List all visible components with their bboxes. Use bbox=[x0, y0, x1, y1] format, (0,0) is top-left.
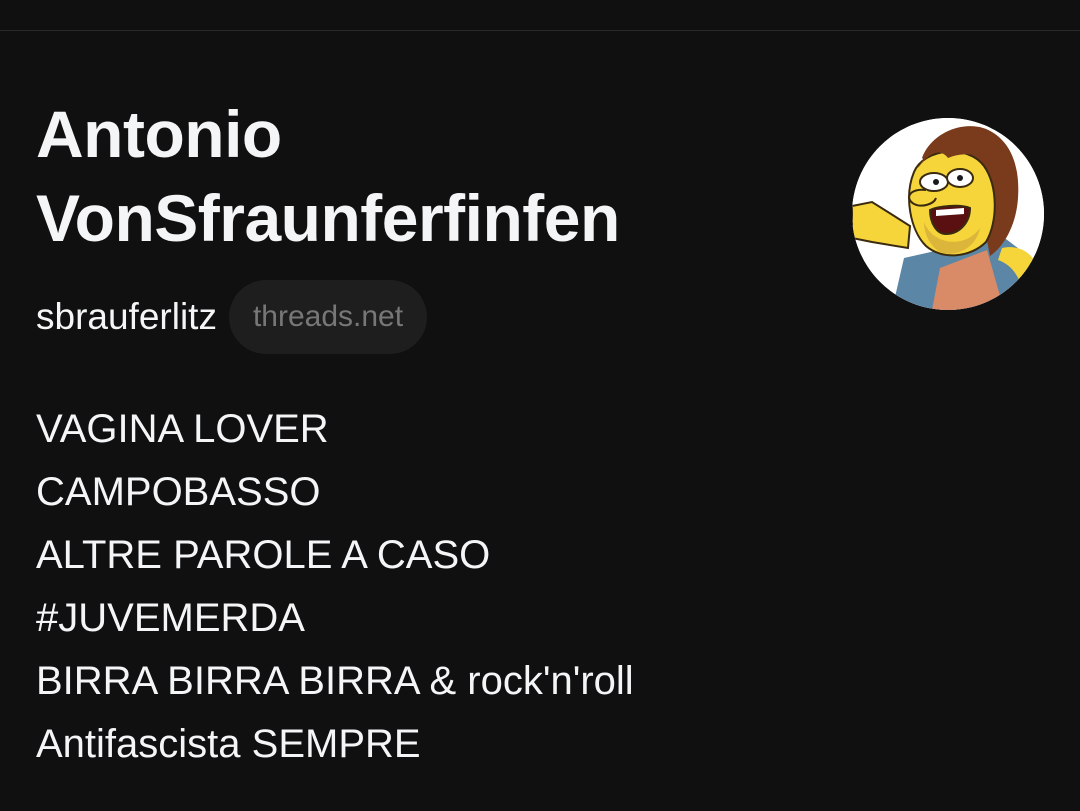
profile-username: sbrauferlitz bbox=[36, 296, 217, 337]
display-name-line-2: VonSfraunferfinfen bbox=[36, 181, 620, 255]
profile-avatar[interactable] bbox=[852, 118, 1044, 310]
bio-line: ALTRE PAROLE A CASO bbox=[36, 533, 491, 577]
handle-row: sbrauferlitz threads.net bbox=[36, 280, 816, 354]
profile-display-name: Antonio VonSfraunferfinfen bbox=[36, 92, 816, 260]
display-name-line-1: Antonio bbox=[36, 97, 282, 171]
bio-line: BIRRA BIRRA BIRRA & rock'n'roll bbox=[36, 659, 634, 703]
profile-header: Antonio VonSfraunferfinfen sbrauferlitz … bbox=[36, 92, 816, 354]
bio-line: VAGINA LOVER bbox=[36, 407, 329, 451]
top-divider bbox=[0, 30, 1080, 31]
bio-line: #JUVEMERDA bbox=[36, 596, 305, 640]
bio-line: CAMPOBASSO bbox=[36, 470, 321, 514]
threads-domain-chip[interactable]: threads.net bbox=[228, 280, 428, 354]
bio-line: Antifascista SEMPRE bbox=[36, 722, 421, 766]
cartoon-avatar-icon bbox=[852, 118, 1044, 310]
profile-bio: VAGINA LOVER CAMPOBASSO ALTRE PAROLE A C… bbox=[36, 398, 1036, 776]
